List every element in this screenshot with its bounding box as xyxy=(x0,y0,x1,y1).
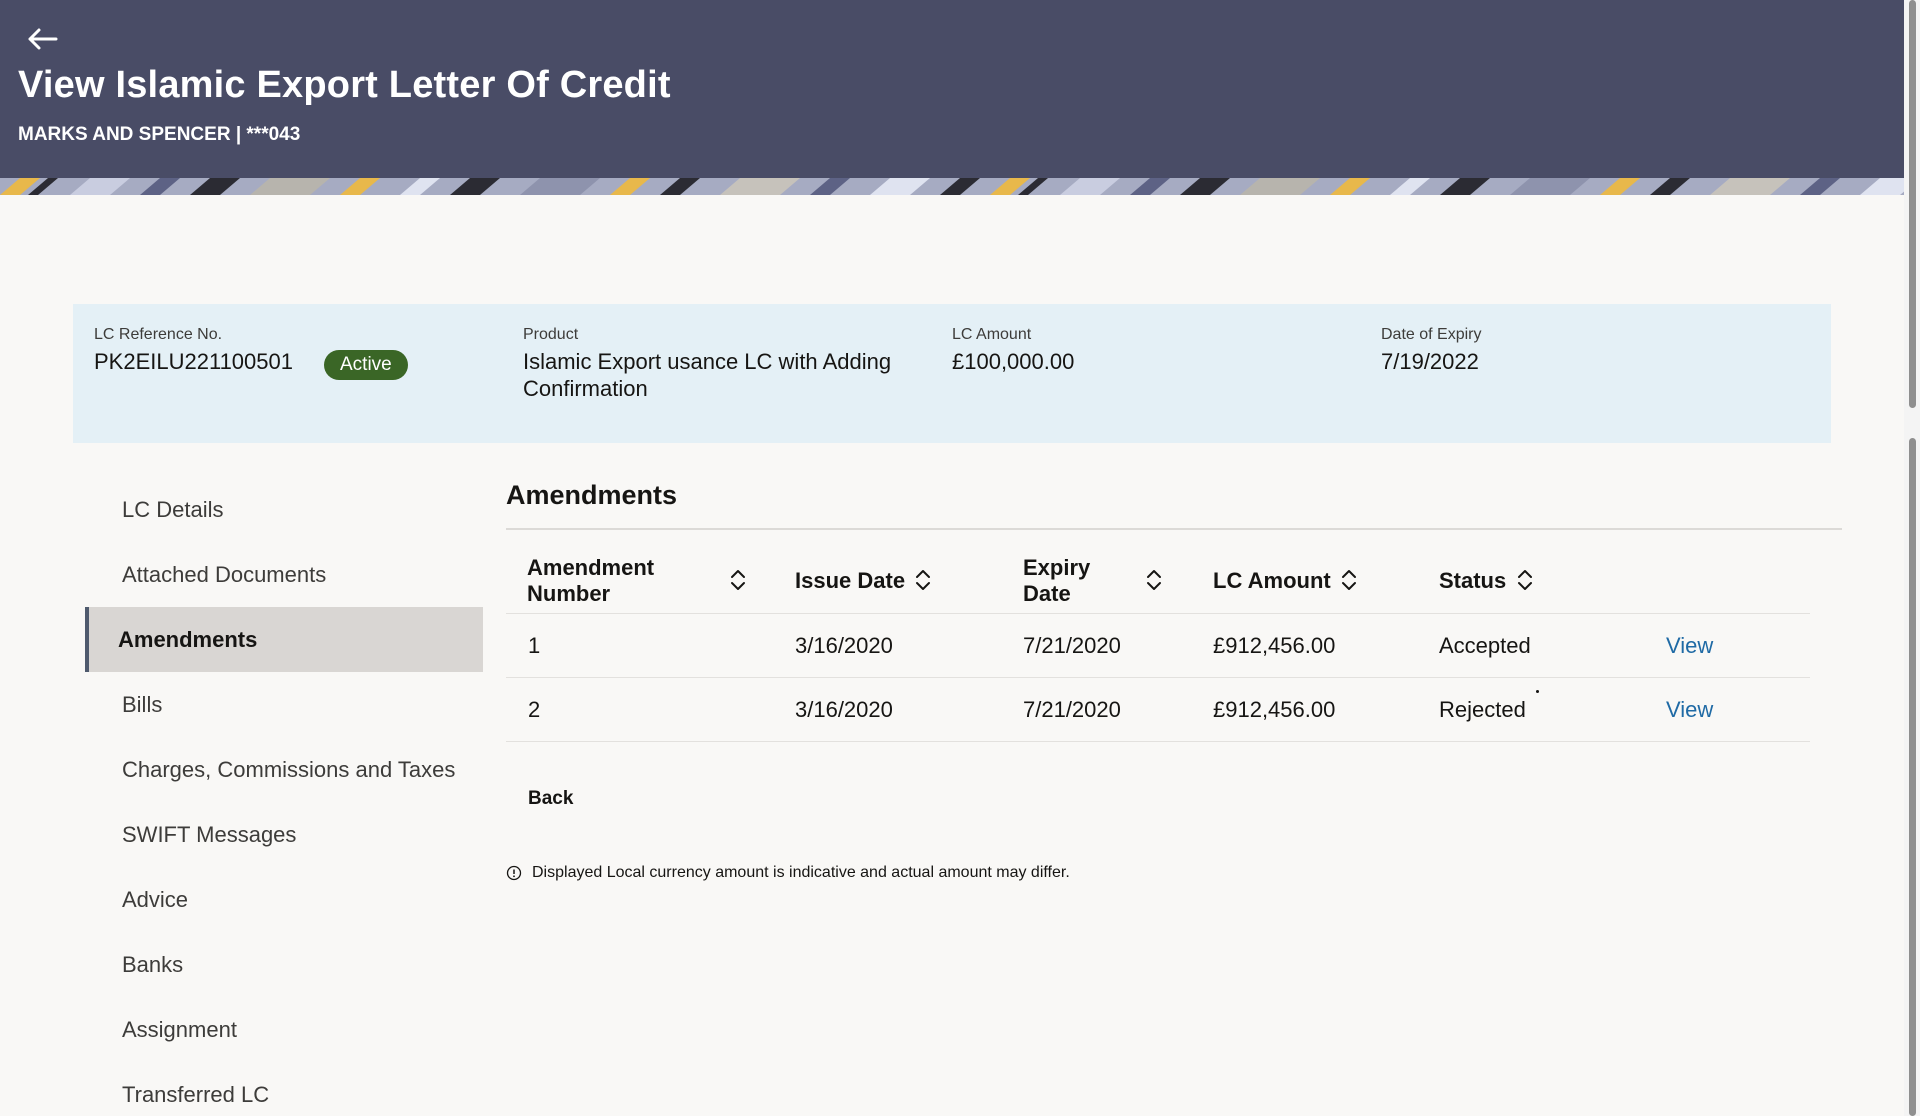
lc-amount-cell: £912,456.00 xyxy=(1213,632,1336,658)
expiry-date-label: Date of Expiry xyxy=(1381,326,1482,343)
section-divider xyxy=(506,528,1842,530)
page: View Islamic Export Letter Of Credit MAR… xyxy=(0,0,1920,1116)
lc-amount-label: LC Amount xyxy=(952,326,1032,343)
arrow-left-icon[interactable] xyxy=(26,26,58,52)
issue-date-cell: 3/16/2020 xyxy=(795,632,893,658)
party-account-subtitle: MARKS AND SPENCER | ***043 xyxy=(18,124,301,145)
expiry-date-cell: 7/21/2020 xyxy=(1023,632,1121,658)
amendment-number-cell: 1 xyxy=(528,632,541,658)
stray-dot xyxy=(1536,690,1539,693)
column-header-issue-date[interactable]: Issue Date xyxy=(795,548,915,613)
issue-date-cell: 3/16/2020 xyxy=(795,696,893,722)
lc-reference-value: PK2EILU221100501 xyxy=(94,349,293,374)
sidenav-item-swift-messages[interactable]: SWIFT Messages xyxy=(85,802,483,867)
status-cell: Accepted xyxy=(1439,632,1531,658)
amendment-number-cell: 2 xyxy=(528,696,541,722)
lc-amount-field: LC Amount £100,000.00 xyxy=(952,326,1074,375)
product-field: Product Islamic Export usance LC with Ad… xyxy=(523,326,923,402)
side-navigation: LC Details Attached Documents Amendments… xyxy=(85,477,483,1116)
expiry-date-cell: 7/21/2020 xyxy=(1023,696,1121,722)
lc-reference-label: LC Reference No. xyxy=(94,326,223,343)
info-icon xyxy=(506,865,522,881)
lc-summary-card: LC Reference No. PK2EILU221100501 Active… xyxy=(73,304,1831,443)
disclaimer-text: Displayed Local currency amount is indic… xyxy=(532,864,1070,881)
sidenav-item-amendments[interactable]: Amendments xyxy=(85,607,483,672)
product-value: Islamic Export usance LC with Adding Con… xyxy=(523,349,892,401)
product-label: Product xyxy=(523,326,579,343)
view-link[interactable]: View xyxy=(1666,633,1713,659)
expiry-date-value: 7/19/2022 xyxy=(1381,349,1479,374)
sort-icon[interactable] xyxy=(1145,567,1163,593)
sidenav-item-lc-details[interactable]: LC Details xyxy=(85,477,483,542)
sort-icon[interactable] xyxy=(1516,567,1534,593)
scrollbar-thumb-secondary[interactable] xyxy=(1909,438,1916,1116)
page-scrollbar[interactable] xyxy=(1904,0,1920,1116)
sort-icon[interactable] xyxy=(1340,567,1358,593)
lc-amount-cell: £912,456.00 xyxy=(1213,696,1336,722)
column-header-amendment-number[interactable]: Amendment Number xyxy=(527,548,677,613)
page-header: View Islamic Export Letter Of Credit MAR… xyxy=(0,0,1904,178)
column-header-lc-amount[interactable]: LC Amount xyxy=(1213,548,1333,613)
lc-amount-value: £100,000.00 xyxy=(952,349,1075,374)
sort-icon[interactable] xyxy=(729,567,747,593)
lc-reference-field: LC Reference No. PK2EILU221100501 xyxy=(94,326,293,375)
page-title: View Islamic Export Letter Of Credit xyxy=(18,64,671,106)
table-header-row: Amendment Number Issue Date Expiry Date … xyxy=(506,548,1810,614)
view-link[interactable]: View xyxy=(1666,697,1713,723)
scrollbar-thumb[interactable] xyxy=(1909,0,1916,408)
sidenav-item-bills[interactable]: Bills xyxy=(85,672,483,737)
sidenav-item-attached-documents[interactable]: Attached Documents xyxy=(85,542,483,607)
currency-disclaimer: Displayed Local currency amount is indic… xyxy=(506,864,1070,882)
column-header-expiry-date[interactable]: Expiry Date xyxy=(1023,548,1103,613)
sidenav-item-assignment[interactable]: Assignment xyxy=(85,997,483,1062)
back-button[interactable]: Back xyxy=(528,788,573,810)
table-row: 2 3/16/2020 7/21/2020 £912,456.00 Reject… xyxy=(506,678,1810,742)
status-cell: Rejected xyxy=(1439,696,1526,722)
sidenav-item-advice[interactable]: Advice xyxy=(85,867,483,932)
sidenav-item-banks[interactable]: Banks xyxy=(85,932,483,997)
table-row: 1 3/16/2020 7/21/2020 £912,456.00 Accept… xyxy=(506,614,1810,678)
sort-icon[interactable] xyxy=(914,567,932,593)
expiry-date-field: Date of Expiry 7/19/2022 xyxy=(1381,326,1481,375)
column-header-status[interactable]: Status xyxy=(1439,548,1519,613)
sidenav-item-charges[interactable]: Charges, Commissions and Taxes xyxy=(85,737,483,802)
amendments-table: Amendment Number Issue Date Expiry Date … xyxy=(506,548,1810,742)
decorative-pattern-band xyxy=(0,178,1904,195)
sidenav-item-transferred-lc[interactable]: Transferred LC xyxy=(85,1062,483,1116)
status-badge: Active xyxy=(324,350,408,380)
section-title: Amendments xyxy=(506,480,678,510)
